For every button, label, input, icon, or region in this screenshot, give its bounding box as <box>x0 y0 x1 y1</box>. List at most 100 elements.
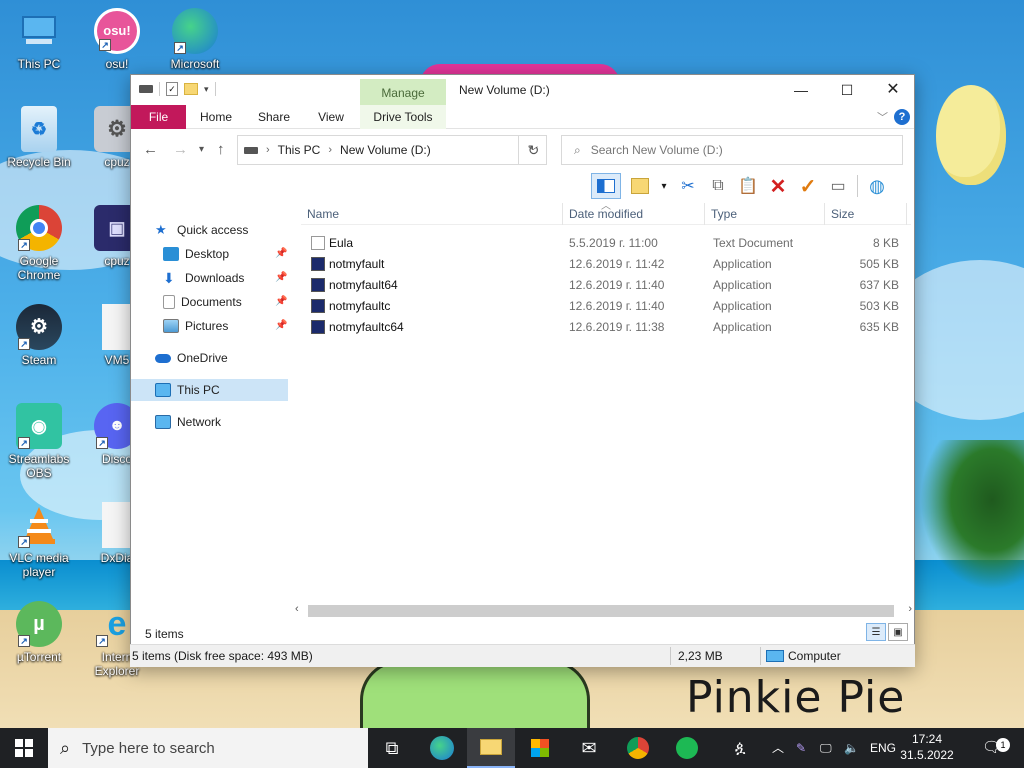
view-options-icon[interactable] <box>629 175 651 197</box>
desktop-icon-vlc[interactable]: ↗ VLC media player <box>0 502 78 579</box>
desktop-icon-microsoft-edge[interactable]: ↗ Microsoft <box>156 8 234 71</box>
pin-icon[interactable]: 📌 <box>275 320 287 331</box>
rename-icon[interactable]: ▭ <box>827 175 849 197</box>
globe-icon[interactable]: ◍ <box>866 175 888 197</box>
delete-icon[interactable]: ✕ <box>767 175 789 198</box>
close-button[interactable]: ✕ <box>870 75 916 105</box>
cut-icon[interactable]: ✂ <box>677 175 699 197</box>
chevron-up-icon[interactable]: ︿ <box>772 728 784 768</box>
help-button[interactable]: ? <box>894 109 910 125</box>
recent-locations-chevron-icon[interactable]: ▾ <box>199 144 204 155</box>
file-row[interactable]: notmyfaultc 12.6.2019 г. 11:40 Applicati… <box>301 296 911 317</box>
file-row[interactable]: notmyfault 12.6.2019 г. 11:42 Applicatio… <box>301 254 911 275</box>
taskbar-search-input[interactable]: ⌕ Type here to search <box>48 728 368 768</box>
column-type[interactable]: Type <box>705 203 825 225</box>
breadcrumb-current[interactable]: New Volume (D:) <box>340 143 431 157</box>
forward-arrow-icon[interactable]: → <box>173 141 188 158</box>
desktop-icon-osu[interactable]: osu! ↗ osu! <box>78 8 156 71</box>
task-view-icon[interactable]: ⧉ <box>368 728 416 768</box>
column-name[interactable]: Name <box>301 203 563 225</box>
scroll-right-icon[interactable]: › <box>908 603 912 615</box>
tab-home[interactable]: Home <box>195 105 237 129</box>
desktop-icon-this-pc[interactable]: This PC <box>0 8 78 71</box>
nav-pictures[interactable]: Pictures <box>163 315 228 337</box>
horizontal-scrollbar[interactable]: ‹ › <box>291 603 916 619</box>
chrome-taskbar-icon[interactable] <box>614 728 662 768</box>
file-type: Application <box>713 320 772 334</box>
checkmark-icon[interactable]: ✓ <box>797 175 819 198</box>
nav-onedrive[interactable]: OneDrive <box>155 347 228 369</box>
edge-taskbar-icon[interactable] <box>418 728 466 768</box>
address-bar[interactable]: › This PC › New Volume (D:) ﹀ <box>237 135 547 165</box>
file-size: 635 KB <box>859 320 899 334</box>
desktop-icon-streamlabs-obs[interactable]: ◉ ↗ Streamlabs OBS <box>0 403 78 480</box>
column-size[interactable]: Size <box>825 203 907 225</box>
file-row[interactable]: Eula 5.5.2019 г. 11:00 Text Document 8 K… <box>301 233 911 254</box>
copy-icon[interactable]: ⧉ <box>707 175 729 197</box>
desktop-icon-utorrent[interactable]: µ ↗ µTorrent <box>0 601 78 664</box>
file-row[interactable]: notmyfault64 12.6.2019 г. 11:40 Applicat… <box>301 275 911 296</box>
breadcrumb-this-pc[interactable]: This PC <box>278 143 321 157</box>
new-folder-icon[interactable] <box>184 83 198 95</box>
tab-share[interactable]: Share <box>253 105 295 129</box>
search-input[interactable]: Search New Volume (D:) <box>591 143 723 157</box>
nav-label: Documents <box>181 295 242 309</box>
mail-taskbar-icon[interactable]: ✉ <box>565 728 613 768</box>
file-row[interactable]: notmyfaultc64 12.6.2019 г. 11:38 Applica… <box>301 317 911 338</box>
nav-downloads[interactable]: ⬇ Downloads <box>163 267 244 289</box>
desktop-icon-label: VLC media player <box>9 551 69 579</box>
chevron-down-icon[interactable]: ▾ <box>204 84 209 95</box>
up-arrow-icon[interactable]: ↑ <box>217 141 225 158</box>
shortcut-arrow-icon: ↗ <box>18 239 30 251</box>
desktop-icon-recycle-bin[interactable]: ♻ Recycle Bin <box>0 106 78 169</box>
feather-icon[interactable]: ✎ <box>796 728 806 768</box>
spotify-taskbar-icon[interactable] <box>663 728 711 768</box>
title-bar[interactable]: ✓ ▾ Manage New Volume (D:) — ☐ ✕ <box>131 75 914 105</box>
chevron-down-icon[interactable]: ▾ <box>659 175 669 197</box>
nav-quick-access[interactable]: ★ Quick access <box>155 219 248 241</box>
minimize-button[interactable]: — <box>778 75 824 105</box>
nav-documents[interactable]: Documents <box>163 291 242 313</box>
back-arrow-icon[interactable]: ← <box>143 141 158 158</box>
pin-icon[interactable]: 📌 <box>275 272 287 283</box>
nav-this-pc[interactable]: This PC <box>131 379 288 401</box>
clock-date: 31.5.2022 г. <box>900 748 954 768</box>
tab-view[interactable]: View <box>311 105 351 129</box>
search-box[interactable]: ⌕ Search New Volume (D:) <box>561 135 903 165</box>
tab-file[interactable]: File <box>131 105 186 129</box>
pin-icon[interactable]: 📌 <box>275 248 287 259</box>
chevron-down-icon[interactable]: ﹀ <box>877 109 888 125</box>
tab-drive-tools[interactable]: Drive Tools <box>360 105 446 129</box>
desktop-icon-label: Google Chrome <box>17 254 61 282</box>
file-explorer-window[interactable]: ✓ ▾ Manage New Volume (D:) — ☐ ✕ File Ho… <box>130 74 915 667</box>
properties-icon[interactable]: ✓ <box>166 82 178 96</box>
column-date-modified[interactable]: Date modified <box>563 203 705 225</box>
people-icon[interactable]: ዿ <box>735 728 745 768</box>
maximize-button[interactable]: ☐ <box>824 75 870 105</box>
refresh-button[interactable]: ↻ <box>518 135 548 165</box>
preview-pane-icon[interactable] <box>591 173 621 199</box>
file-name: notmyfault <box>329 257 385 271</box>
scrollbar-thumb[interactable] <box>308 605 894 617</box>
large-icons-view-icon[interactable]: ▣ <box>888 623 908 641</box>
details-view-icon[interactable]: ☰ <box>866 623 886 641</box>
paste-icon[interactable]: 📋 <box>737 175 759 197</box>
nav-desktop[interactable]: Desktop <box>163 243 229 265</box>
desktop-icon-label: osu! <box>105 57 129 71</box>
drive-icon[interactable] <box>139 85 153 93</box>
pin-icon[interactable]: 📌 <box>275 296 287 307</box>
store-taskbar-icon[interactable] <box>516 728 564 768</box>
clock[interactable]: 17:24 31.5.2022 г. <box>896 731 958 768</box>
nav-network[interactable]: Network <box>155 411 221 433</box>
volume-icon[interactable]: 🔈 <box>844 728 859 768</box>
language-indicator[interactable]: ENG <box>870 728 896 768</box>
scroll-left-icon[interactable]: ‹ <box>295 603 299 615</box>
application-icon <box>311 299 325 313</box>
tab-manage[interactable]: Manage <box>360 79 446 105</box>
desktop-icon-google-chrome[interactable]: ↗ Google Chrome <box>0 205 78 282</box>
desktop-icon-steam[interactable]: ⚙ ↗ Steam <box>0 304 78 367</box>
network-tray-icon[interactable]: 🖵 <box>820 728 832 768</box>
quick-access-toolbar: ✓ ▾ <box>139 82 216 96</box>
file-explorer-taskbar-icon[interactable] <box>467 728 515 768</box>
start-button[interactable] <box>0 728 48 768</box>
